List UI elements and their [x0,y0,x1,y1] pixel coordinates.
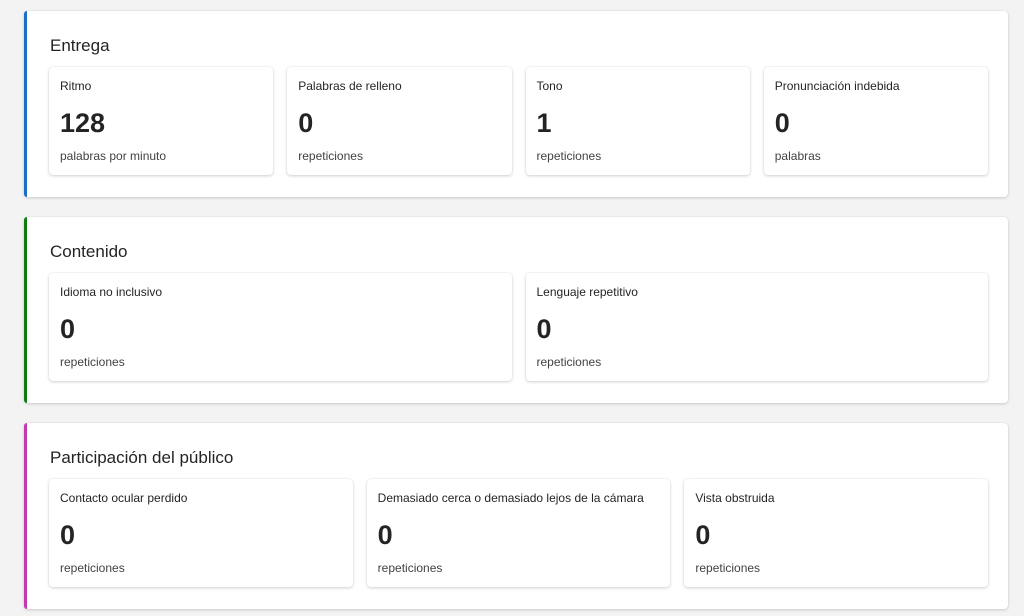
metric-card-mispronunciation[interactable]: Pronunciación indebida 0 palabras [763,67,988,175]
metric-label: Lenguaje repetitivo [536,285,638,299]
metric-unit: repeticiones [298,149,363,163]
metric-card-obstructed-view[interactable]: Vista obstruida 0 repeticiones [684,479,989,587]
metric-unit: palabras por minuto [60,149,167,163]
audience-cards: Contacto ocular perdido 0 repeticiones D… [49,479,989,587]
content-cards: Idioma no inclusivo 0 repeticiones Lengu… [49,273,988,381]
metric-unit: repeticiones [695,561,761,575]
metric-card-filler-words[interactable]: Palabras de relleno 0 repeticiones [287,67,512,175]
metric-card-repetitive-language[interactable]: Lenguaje repetitivo 0 repeticiones [525,273,988,381]
metric-value: 0 [60,314,76,344]
metric-label: Idioma no inclusivo [60,285,163,299]
metric-value: 0 [536,314,552,344]
metric-label: Contacto ocular perdido [60,491,188,505]
delivery-cards: Ritmo 128 palabras por minuto Palabras d… [49,67,988,175]
metric-unit: repeticiones [536,149,602,163]
metric-value: 0 [298,108,314,138]
metric-value: 0 [774,108,790,138]
delivery-accent-bar [24,11,27,197]
metric-card-pitch[interactable]: Tono 1 repeticiones [525,67,750,175]
audience-engagement-section: Participación del público Contacto ocula… [24,423,1008,609]
metric-card-pace[interactable]: Ritmo 128 palabras por minuto [49,67,274,175]
metric-label: Palabras de relleno [298,79,402,93]
metric-unit: palabras [774,149,821,163]
metric-card-lost-eye-contact[interactable]: Contacto ocular perdido 0 repeticiones [49,479,353,587]
metric-value: 128 [60,108,106,138]
content-accent-bar [24,217,27,403]
section-title: Contenido [50,242,128,261]
metric-label: Ritmo [60,79,92,93]
audience-accent-bar [24,423,27,609]
rehearsal-report-page: Entrega Ritmo 128 palabras por minuto Pa… [0,0,1024,616]
section-title: Participación del público [50,448,234,467]
section-title: Entrega [50,36,110,55]
metric-value: 0 [695,520,711,550]
metric-value: 0 [60,520,76,550]
metric-card-non-inclusive-language[interactable]: Idioma no inclusivo 0 repeticiones [49,273,512,381]
delivery-section: Entrega Ritmo 128 palabras por minuto Pa… [24,11,1008,197]
metric-label: Pronunciación indebida [774,79,900,93]
metric-unit: repeticiones [536,355,602,369]
metric-value: 1 [536,108,552,138]
metric-card-camera-distance[interactable]: Demasiado cerca o demasiado lejos de la … [366,479,671,587]
metric-label: Vista obstruida [695,491,775,505]
content-section: Contenido Idioma no inclusivo 0 repetici… [24,217,1008,403]
metric-unit: repeticiones [60,561,125,575]
metric-unit: repeticiones [377,561,443,575]
metric-value: 0 [377,520,393,550]
metric-unit: repeticiones [60,355,125,369]
metric-label: Tono [536,79,563,93]
metric-label: Demasiado cerca o demasiado lejos de la … [377,491,644,505]
